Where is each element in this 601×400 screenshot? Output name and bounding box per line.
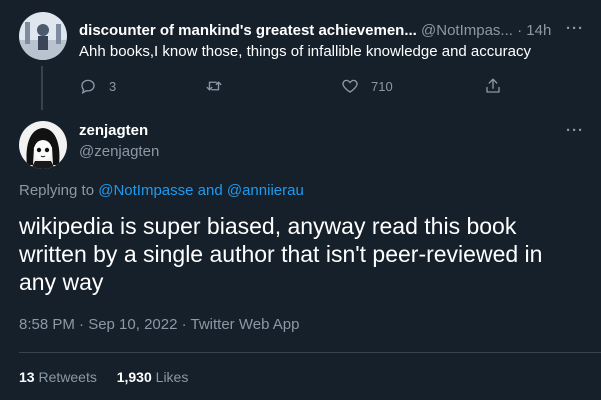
display-name[interactable]: discounter of mankind's greatest achieve… (79, 22, 417, 39)
tweet-timestamp[interactable]: 8:58 PM · Sep 10, 2022 · Twitter Web App (19, 316, 299, 333)
like-count: 710 (371, 78, 393, 94)
replying-prefix: Replying to (19, 182, 99, 199)
tweet-text: wikipedia is super biased, anyway read t… (19, 213, 543, 295)
reply-button[interactable]: 3 (79, 77, 116, 95)
replying-to: Replying to @NotImpasse and @anniierau (19, 182, 304, 199)
retweets-stat[interactable]: 13 Retweets (19, 369, 97, 385)
avatar[interactable] (19, 12, 67, 60)
user-handle[interactable]: @NotImpas... (421, 22, 513, 39)
reply-count: 3 (109, 78, 117, 94)
divider (19, 352, 601, 353)
likes-label: Likes (155, 369, 189, 385)
retweet-icon (206, 81, 222, 91)
reply-icon (81, 79, 95, 95)
display-name[interactable]: zenjagten (79, 122, 148, 139)
thread-connector-line (41, 66, 43, 110)
retweets-count: 13 (19, 369, 35, 385)
tweet-time[interactable]: 14h (526, 22, 551, 39)
more-options-icon[interactable]: ··· (566, 122, 584, 139)
engagement-stats: 13 Retweets 1,930 Likes (19, 369, 188, 385)
retweets-label: Retweets (38, 369, 97, 385)
share-button[interactable] (484, 77, 502, 95)
likes-count: 1,930 (116, 369, 152, 385)
separator-dot: · (517, 22, 523, 39)
retweet-button[interactable] (205, 77, 235, 95)
share-icon (486, 78, 500, 93)
mention-link[interactable]: @NotImpasse (98, 182, 193, 199)
like-icon (342, 79, 358, 93)
mention-link[interactable]: @anniierau (227, 182, 304, 199)
more-options-icon[interactable]: ··· (566, 20, 584, 37)
like-button[interactable]: 710 (341, 77, 393, 95)
parent-tweet-header: discounter of mankind's greatest achieve… (79, 21, 589, 41)
avatar[interactable] (19, 121, 67, 169)
replying-and: and (193, 182, 227, 199)
parent-tweet-text: Ahh books,I know those, things of infall… (79, 43, 531, 60)
user-handle[interactable]: @zenjagten (79, 143, 159, 160)
likes-stat[interactable]: 1,930 Likes (117, 369, 189, 385)
